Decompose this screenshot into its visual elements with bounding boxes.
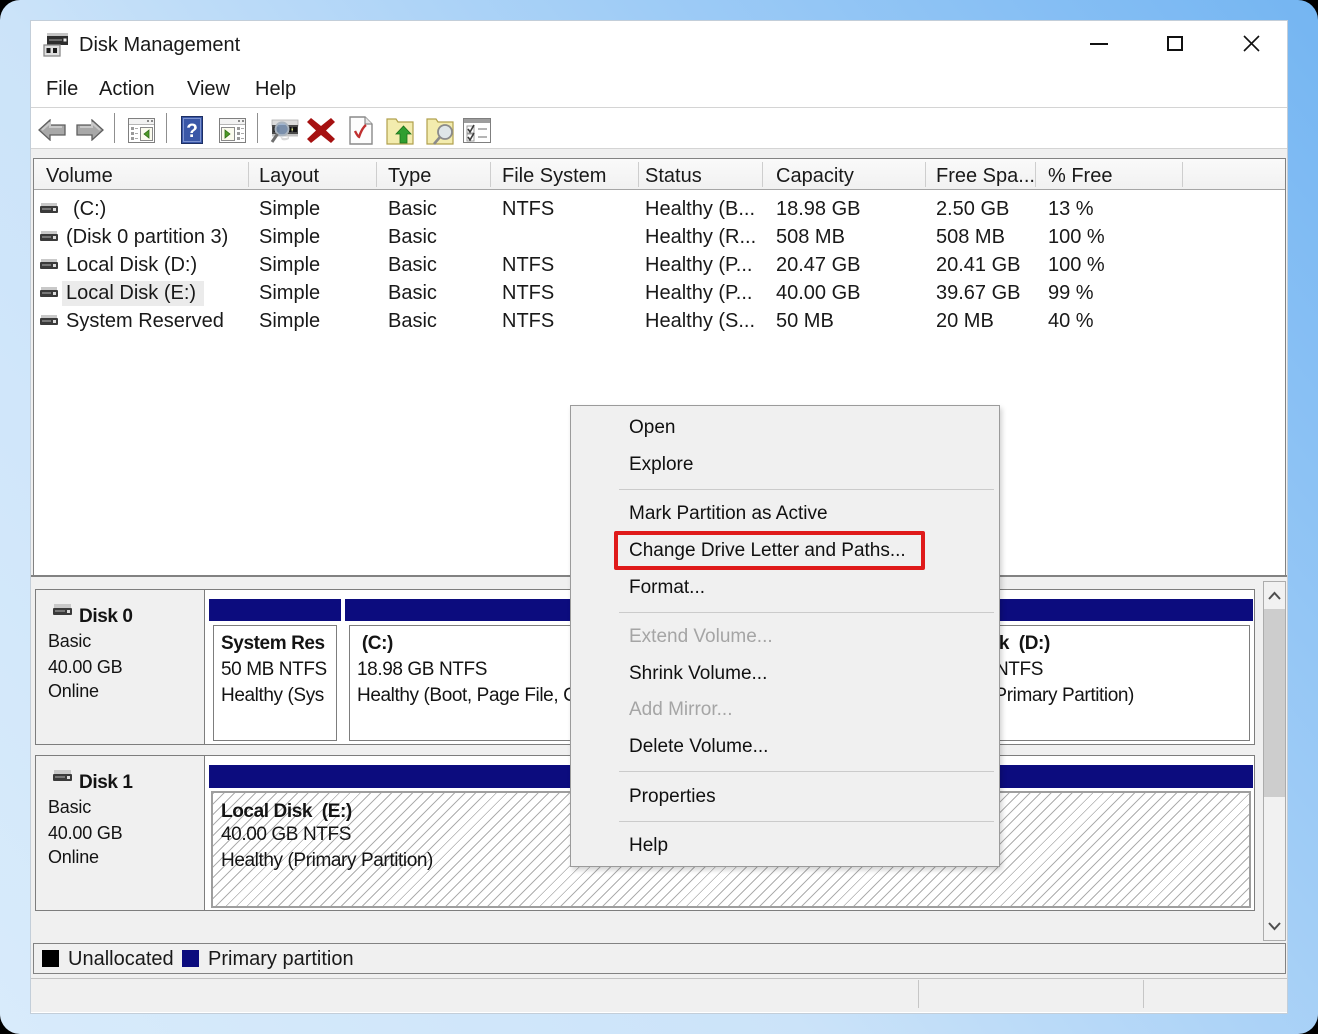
svg-text:?: ?: [186, 121, 198, 142]
